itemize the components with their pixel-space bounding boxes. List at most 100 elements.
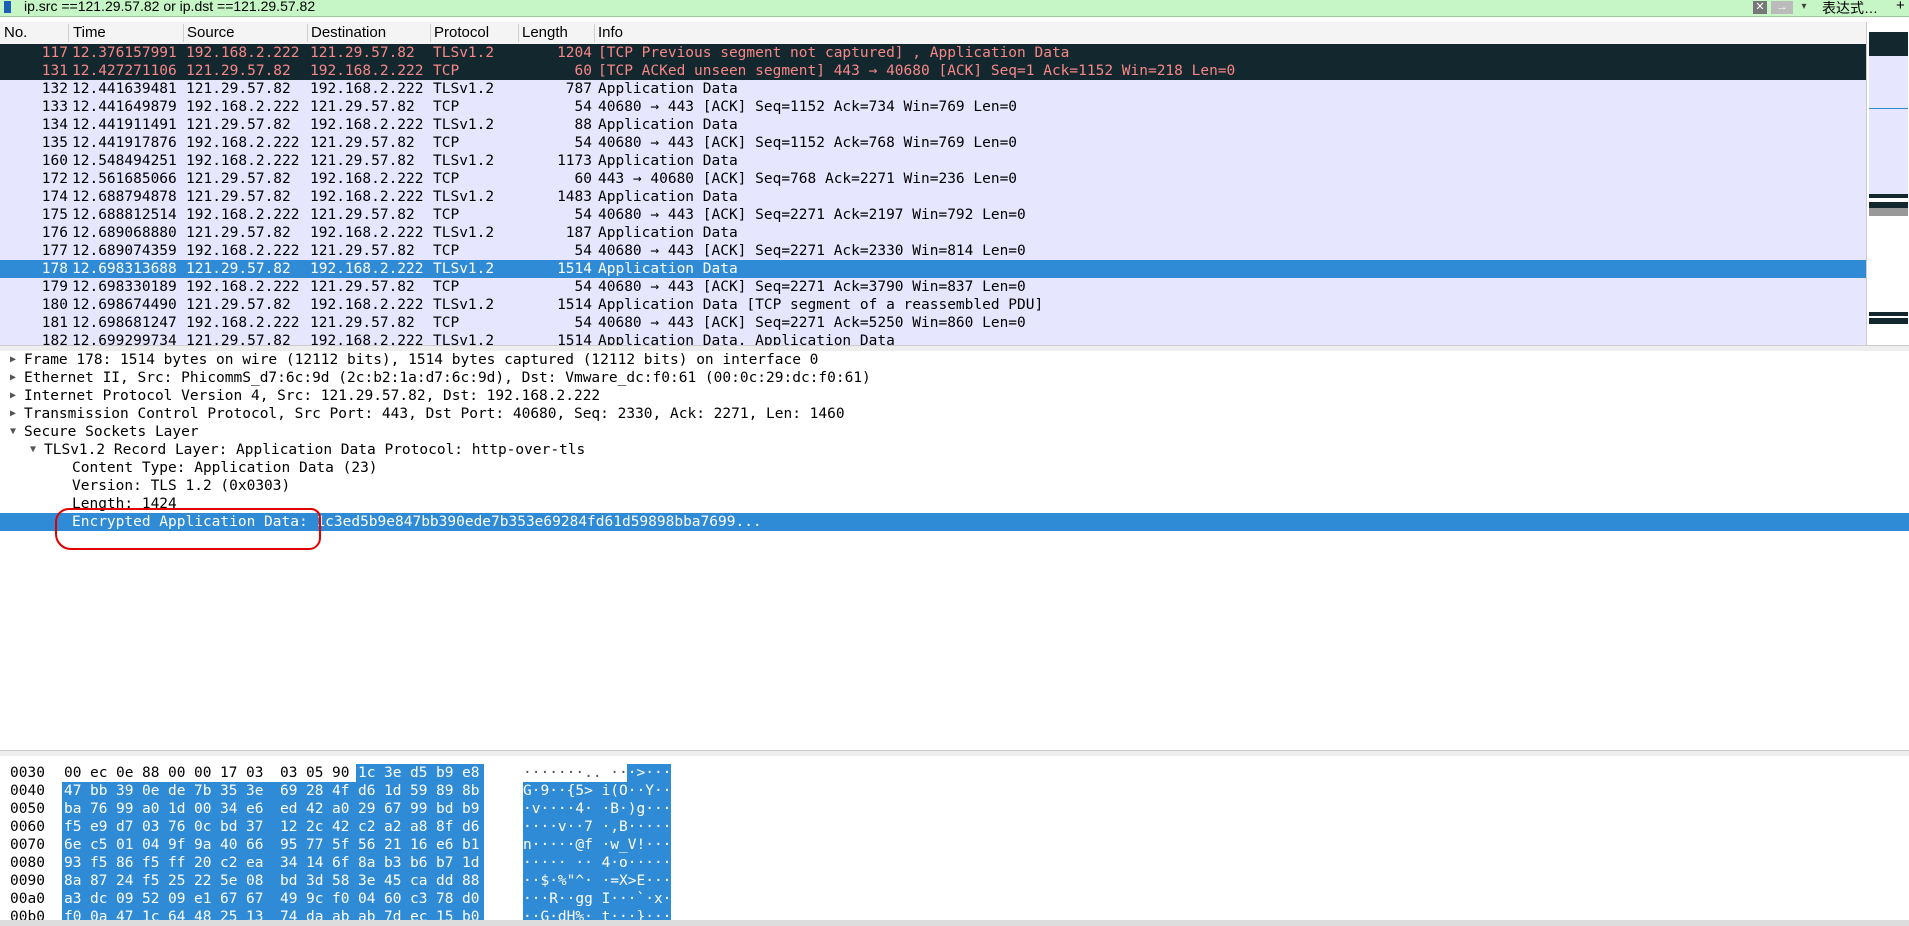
hex-byte[interactable]: 29 [358, 800, 378, 818]
hex-byte[interactable]: da [306, 908, 326, 920]
ascii-dump[interactable]: ···R··gg I···`·x· [523, 890, 671, 908]
hex-byte[interactable]: bd [220, 818, 240, 836]
hex-byte[interactable]: 37 [246, 818, 266, 836]
hex-byte[interactable]: 3d [306, 872, 326, 890]
packet-row[interactable]: 134 12.441911491 121.29.57.82 192.168.2.222… [0, 116, 1866, 134]
hex-byte[interactable]: 14 [306, 854, 326, 872]
hex-byte[interactable]: f5 [64, 818, 84, 836]
ascii-dump[interactable]: n·····@f ·w_V!··· [523, 836, 671, 854]
hex-byte[interactable]: 40 [220, 836, 240, 854]
hex-byte[interactable]: d0 [462, 890, 482, 908]
hex-byte[interactable]: 09 [168, 890, 188, 908]
hex-byte[interactable]: ed [280, 800, 300, 818]
hex-byte[interactable]: 34 [220, 800, 240, 818]
apply-filter-button[interactable]: → [1771, 1, 1793, 14]
hex-byte[interactable]: b9 [436, 764, 456, 782]
packet-row[interactable]: 176 12.689068880 121.29.57.82 192.168.2.222… [0, 224, 1866, 242]
hex-byte[interactable]: b3 [384, 854, 404, 872]
packet-row[interactable]: 181 12.698681247 192.168.2.222 121.29.57.82… [0, 314, 1866, 332]
column-header-source[interactable]: Source [183, 24, 308, 42]
collapsed-arrow-icon[interactable]: ▶ [10, 387, 16, 405]
hex-byte[interactable]: 0e [116, 764, 136, 782]
expanded-arrow-icon[interactable]: ▼ [10, 423, 16, 441]
packet-row[interactable]: 160 12.548494251 192.168.2.222 121.29.57.82… [0, 152, 1866, 170]
collapsed-arrow-icon[interactable]: ▶ [10, 351, 16, 369]
detail-tree-item[interactable]: Content Type: Application Data (23) [0, 459, 1909, 477]
detail-tree-item[interactable]: Version: TLS 1.2 (0x0303) [0, 477, 1909, 495]
hex-byte[interactable]: d6 [358, 782, 378, 800]
detail-tree-item[interactable]: ▶ Frame 178: 1514 bytes on wire (12112 bi… [0, 351, 1909, 369]
hex-byte[interactable]: dc [90, 890, 110, 908]
hex-byte[interactable]: 05 [306, 764, 326, 782]
hex-byte[interactable]: 0e [142, 782, 162, 800]
hex-byte[interactable]: 00 [64, 764, 84, 782]
hex-byte[interactable]: a0 [142, 800, 162, 818]
expression-button[interactable]: 表达式… [1822, 0, 1878, 16]
clear-filter-button[interactable]: ✕ [1753, 1, 1767, 14]
hex-byte[interactable]: 1d [462, 854, 482, 872]
hex-byte[interactable]: 87 [90, 872, 110, 890]
hex-byte[interactable]: 34 [280, 854, 300, 872]
hex-byte[interactable]: 8b [462, 782, 482, 800]
hex-byte[interactable]: d6 [462, 818, 482, 836]
hex-byte[interactable]: 86 [116, 854, 136, 872]
hex-byte[interactable]: b9 [462, 800, 482, 818]
packet-row[interactable]: 131 12.427271106 121.29.57.82 192.168.2.222… [0, 62, 1866, 80]
hex-byte[interactable]: 39 [116, 782, 136, 800]
hex-byte[interactable]: 88 [142, 764, 162, 782]
packet-row[interactable]: 175 12.688812514 192.168.2.222 121.29.57.82… [0, 206, 1866, 224]
hex-byte[interactable]: 64 [168, 908, 188, 920]
hex-byte[interactable]: ea [246, 854, 266, 872]
packet-row[interactable]: 179 12.698330189 192.168.2.222 121.29.57.82… [0, 278, 1866, 296]
hex-byte[interactable]: 52 [142, 890, 162, 908]
hex-byte[interactable]: f5 [142, 872, 162, 890]
hex-byte[interactable]: 22 [194, 872, 214, 890]
hex-byte[interactable]: e9 [90, 818, 110, 836]
hex-byte[interactable]: ba [64, 800, 84, 818]
hex-byte[interactable]: 20 [194, 854, 214, 872]
packet-list-scrollbar[interactable] [1866, 22, 1909, 345]
hex-byte[interactable]: 69 [280, 782, 300, 800]
hex-byte[interactable]: 8f [436, 818, 456, 836]
hex-byte[interactable]: 95 [280, 836, 300, 854]
collapsed-arrow-icon[interactable]: ▶ [10, 369, 16, 387]
hex-byte[interactable]: 5f [332, 836, 352, 854]
packet-row[interactable]: 174 12.688794878 121.29.57.82 192.168.2.222… [0, 188, 1866, 206]
ascii-dump[interactable]: ····v··7 ·,B····· [523, 818, 671, 836]
hex-byte[interactable]: 00 [168, 764, 188, 782]
hex-byte[interactable]: b0 [462, 908, 482, 920]
hex-byte[interactable]: 0c [194, 818, 214, 836]
hex-byte[interactable]: 48 [194, 908, 214, 920]
hex-byte[interactable]: 04 [358, 890, 378, 908]
hex-byte[interactable]: e6 [246, 800, 266, 818]
expanded-arrow-icon[interactable]: ▼ [30, 441, 36, 459]
packet-row[interactable]: 117 12.376157991 192.168.2.222 121.29.57.82… [0, 44, 1866, 62]
hex-byte[interactable]: 6f [332, 854, 352, 872]
hex-byte[interactable]: bb [90, 782, 110, 800]
hex-byte[interactable]: 04 [142, 836, 162, 854]
packet-row[interactable]: 178 12.698313688 121.29.57.82 192.168.2.222… [0, 260, 1866, 278]
packet-row[interactable]: 177 12.689074359 192.168.2.222 121.29.57.82… [0, 242, 1866, 260]
hex-byte[interactable]: 2c [306, 818, 326, 836]
hex-byte[interactable]: 1d [168, 800, 188, 818]
hex-byte[interactable]: 49 [280, 890, 300, 908]
hex-byte[interactable]: 6e [64, 836, 84, 854]
hex-byte[interactable]: 03 [142, 818, 162, 836]
hex-byte[interactable]: 25 [168, 872, 188, 890]
hex-byte[interactable]: bd [436, 800, 456, 818]
hex-byte[interactable]: 13 [246, 908, 266, 920]
hex-byte[interactable]: a0 [332, 800, 352, 818]
hex-byte[interactable]: c2 [220, 854, 240, 872]
hex-byte[interactable]: 1d [384, 782, 404, 800]
hex-byte[interactable]: 99 [116, 800, 136, 818]
hex-byte[interactable]: 42 [306, 800, 326, 818]
hex-byte[interactable]: 88 [462, 872, 482, 890]
hex-byte[interactable]: e1 [194, 890, 214, 908]
hex-byte[interactable]: 93 [64, 854, 84, 872]
ascii-dump[interactable]: ··$·%"^· ·=X>E··· [523, 872, 671, 890]
hex-byte[interactable]: d7 [116, 818, 136, 836]
hex-byte[interactable]: 74 [280, 908, 300, 920]
hex-byte[interactable]: ab [358, 908, 378, 920]
hex-byte[interactable]: bd [280, 872, 300, 890]
hex-byte[interactable]: 76 [168, 818, 188, 836]
